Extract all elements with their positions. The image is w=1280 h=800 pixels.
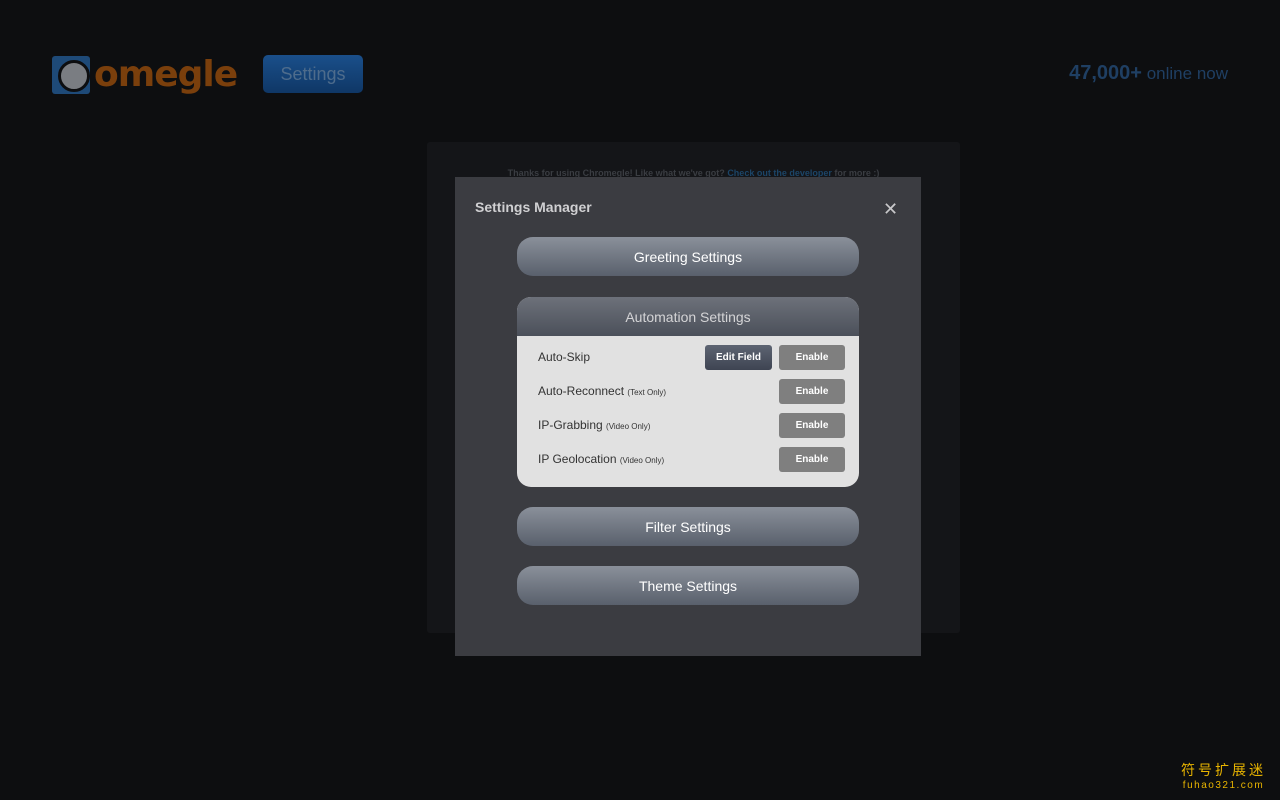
enable-button[interactable]: Enable xyxy=(779,446,845,472)
automation-settings-header[interactable]: Automation Settings xyxy=(517,297,859,336)
enable-button[interactable]: Enable xyxy=(779,344,845,370)
enable-button[interactable]: Enable xyxy=(779,378,845,404)
setting-label: Auto-Reconnect (Text Only) xyxy=(538,384,667,398)
automation-settings-panel: Automation Settings Auto-Skip Edit Field… xyxy=(517,297,859,487)
online-number: 47,000+ xyxy=(1069,62,1142,84)
filter-settings-button[interactable]: Filter Settings xyxy=(517,507,859,546)
modal-title: Settings Manager xyxy=(475,199,592,215)
setting-label: IP Geolocation (Video Only) xyxy=(538,452,665,466)
setting-label: Auto-Skip xyxy=(538,350,591,364)
online-label: online now xyxy=(1146,64,1228,83)
logo-text: omegle xyxy=(94,54,238,95)
greeting-settings-button[interactable]: Greeting Settings xyxy=(517,237,859,276)
theme-settings-button[interactable]: Theme Settings xyxy=(517,566,859,605)
setting-label: IP-Grabbing (Video Only) xyxy=(538,418,651,432)
omegle-logo[interactable]: omegle xyxy=(52,54,238,95)
watermark-url: fuhao321.com xyxy=(1182,780,1265,791)
online-count: 47,000+ online now xyxy=(1069,62,1228,85)
setting-row-ip-grabbing: IP-Grabbing (Video Only) Enable xyxy=(538,412,845,438)
setting-row-auto-skip: Auto-Skip Edit Field Enable xyxy=(538,344,845,370)
settings-button[interactable]: Settings xyxy=(263,55,363,93)
logo-icon xyxy=(52,55,90,94)
close-icon[interactable]: ✕ xyxy=(883,199,898,220)
watermark: 符号扩展迷 fuhao321.com xyxy=(1181,760,1266,791)
watermark-title: 符号扩展迷 xyxy=(1181,762,1266,778)
setting-row-ip-geolocation: IP Geolocation (Video Only) Enable xyxy=(538,446,845,472)
setting-row-auto-reconnect: Auto-Reconnect (Text Only) Enable xyxy=(538,378,845,404)
settings-manager-modal: Settings Manager ✕ Greeting Settings Aut… xyxy=(455,177,921,656)
enable-button[interactable]: Enable xyxy=(779,412,845,438)
edit-field-button[interactable]: Edit Field xyxy=(705,344,772,370)
